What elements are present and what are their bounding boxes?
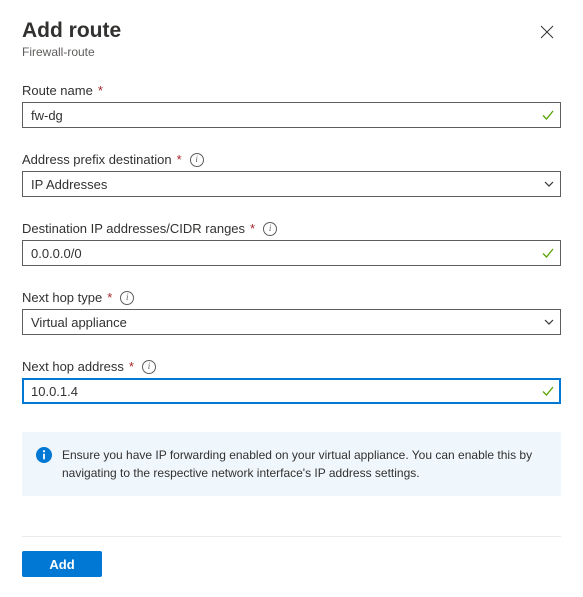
destination-cidr-label: Destination IP addresses/CIDR ranges: [22, 221, 245, 236]
required-indicator: *: [98, 83, 103, 98]
address-prefix-label: Address prefix destination: [22, 152, 172, 167]
form-group-route-name: Route name *: [22, 83, 561, 128]
close-icon: [540, 25, 554, 39]
next-hop-type-label: Next hop type: [22, 290, 102, 305]
destination-cidr-field: [22, 240, 561, 266]
destination-cidr-input[interactable]: [22, 240, 561, 266]
next-hop-type-select[interactable]: Virtual appliance: [22, 309, 561, 335]
route-name-field: [22, 102, 561, 128]
form-group-next-hop-address: Next hop address * i: [22, 359, 561, 404]
form-group-destination-cidr: Destination IP addresses/CIDR ranges * i: [22, 221, 561, 266]
next-hop-address-input[interactable]: [22, 378, 561, 404]
required-indicator: *: [129, 359, 134, 374]
next-hop-address-field: [22, 378, 561, 404]
info-icon[interactable]: i: [190, 153, 204, 167]
panel-header: Add route Firewall-route: [22, 18, 561, 59]
panel-footer: Add: [22, 536, 561, 577]
info-icon[interactable]: i: [120, 291, 134, 305]
next-hop-type-field: Virtual appliance: [22, 309, 561, 335]
info-message-text: Ensure you have IP forwarding enabled on…: [62, 446, 547, 482]
form-group-next-hop-type: Next hop type * i Virtual appliance: [22, 290, 561, 335]
info-icon[interactable]: i: [142, 360, 156, 374]
required-indicator: *: [107, 290, 112, 305]
info-message-box: Ensure you have IP forwarding enabled on…: [22, 432, 561, 496]
footer-divider: [22, 536, 561, 537]
required-indicator: *: [250, 221, 255, 236]
next-hop-address-label: Next hop address: [22, 359, 124, 374]
info-filled-icon: [36, 447, 52, 463]
panel-subtitle: Firewall-route: [22, 45, 121, 59]
required-indicator: *: [177, 152, 182, 167]
address-prefix-select[interactable]: IP Addresses: [22, 171, 561, 197]
next-hop-type-value: Virtual appliance: [31, 315, 127, 330]
label-row: Route name *: [22, 83, 561, 98]
route-name-input[interactable]: [22, 102, 561, 128]
panel-title: Add route: [22, 18, 121, 43]
label-row: Next hop address * i: [22, 359, 561, 374]
add-button[interactable]: Add: [22, 551, 102, 577]
add-route-panel: Add route Firewall-route Route name * Add…: [0, 0, 583, 597]
header-titles: Add route Firewall-route: [22, 18, 121, 59]
label-row: Address prefix destination * i: [22, 152, 561, 167]
form-group-address-prefix: Address prefix destination * i IP Address…: [22, 152, 561, 197]
address-prefix-field: IP Addresses: [22, 171, 561, 197]
info-icon[interactable]: i: [263, 222, 277, 236]
label-row: Destination IP addresses/CIDR ranges * i: [22, 221, 561, 236]
label-row: Next hop type * i: [22, 290, 561, 305]
address-prefix-value: IP Addresses: [31, 177, 107, 192]
route-name-label: Route name: [22, 83, 93, 98]
close-button[interactable]: [533, 18, 561, 46]
